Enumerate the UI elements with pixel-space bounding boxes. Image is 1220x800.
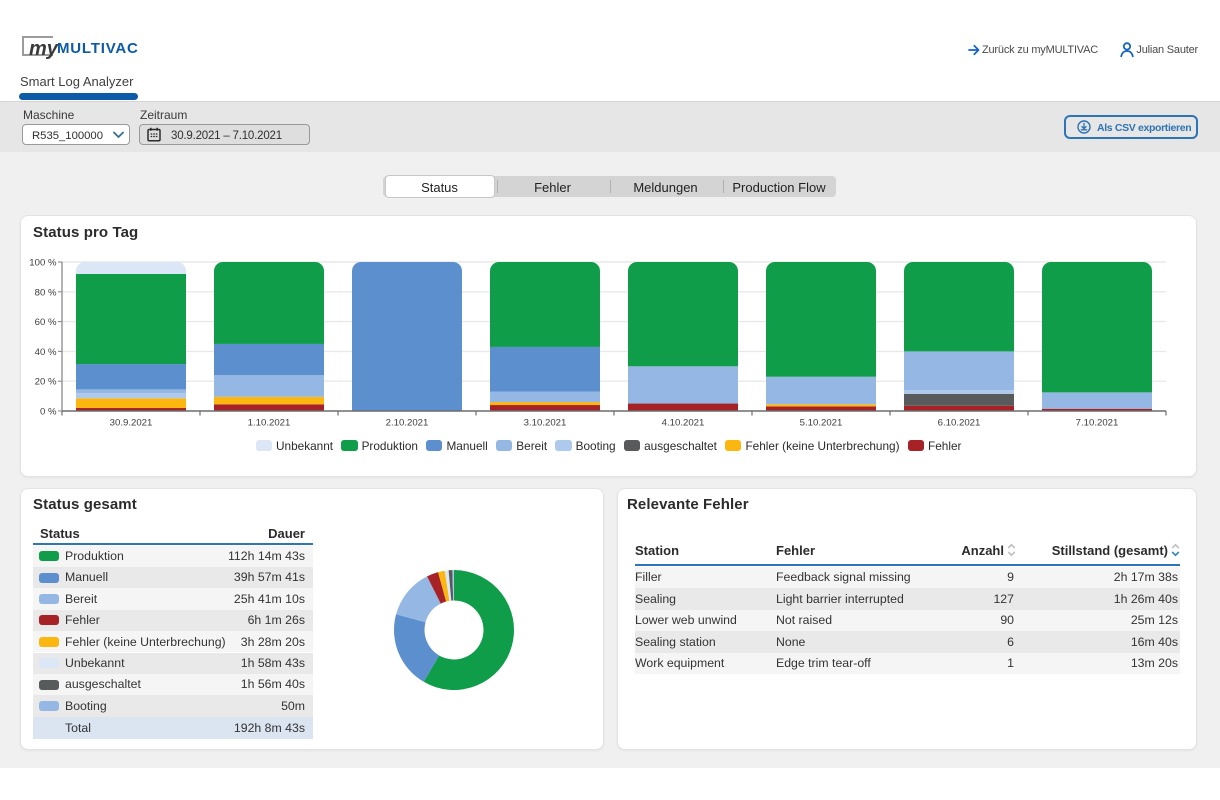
svg-text:80 %: 80 % (35, 287, 57, 298)
svg-text:100 %: 100 % (29, 258, 57, 269)
svg-text:4.10.2021: 4.10.2021 (662, 418, 705, 429)
svg-text:40 %: 40 % (35, 347, 57, 358)
svg-text:2.10.2021: 2.10.2021 (386, 418, 429, 429)
svg-text:5.10.2021: 5.10.2021 (800, 418, 843, 429)
svg-text:1.10.2021: 1.10.2021 (248, 418, 291, 429)
svg-text:6.10.2021: 6.10.2021 (938, 418, 981, 429)
svg-text:0 %: 0 % (40, 407, 57, 418)
svg-text:20 %: 20 % (35, 377, 57, 388)
svg-text:60 %: 60 % (35, 317, 57, 328)
svg-text:30.9.2021: 30.9.2021 (110, 418, 153, 429)
svg-text:3.10.2021: 3.10.2021 (524, 418, 567, 429)
svg-text:7.10.2021: 7.10.2021 (1076, 418, 1119, 429)
